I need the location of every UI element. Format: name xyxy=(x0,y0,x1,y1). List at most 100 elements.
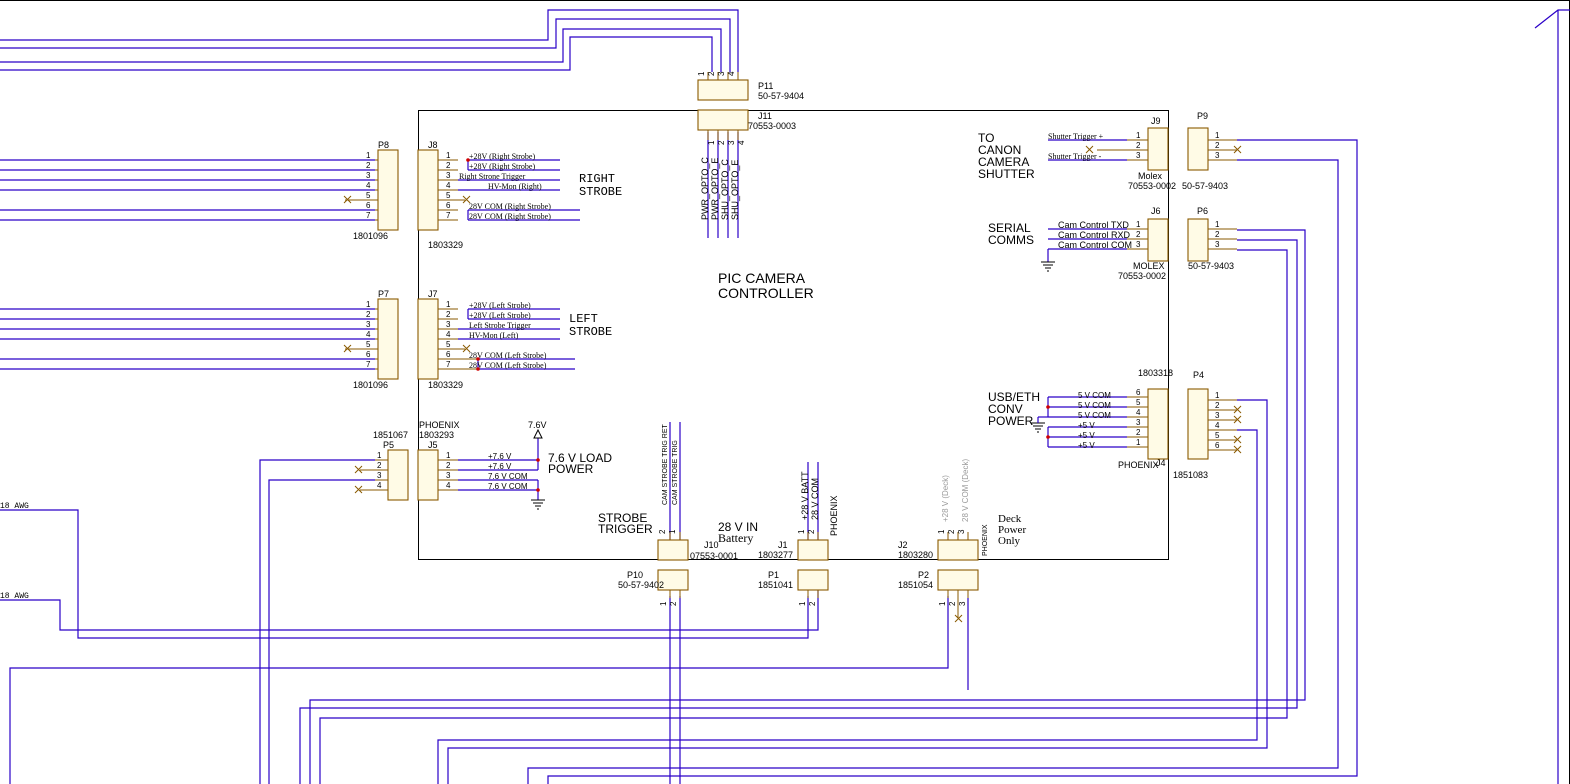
schematic-canvas: PIC CAMERA CONTROLLER 18 AWG 18 AWG 1 2 … xyxy=(0,0,1570,784)
j4-part: 1803318 xyxy=(1138,368,1173,378)
net-label: 5 V COM xyxy=(1078,391,1111,400)
pin-number: 7 xyxy=(366,211,371,220)
j10-body xyxy=(657,539,689,561)
pin-number: 5 xyxy=(1136,398,1141,407)
connector-p11[interactable]: 1 2 3 4 P11 50-57-9404 xyxy=(697,71,804,101)
net-label: +28V (Right Strobe) xyxy=(469,152,535,161)
p8-ref: P8 xyxy=(378,140,389,150)
net-label: CAM STROBE TRIG xyxy=(672,440,679,505)
j8-body xyxy=(417,149,439,231)
net-label: 5 V COM xyxy=(1078,411,1111,420)
connector-j8[interactable]: 1 2 3 4 5 6 7 J8 1803329 +28V (Right Str… xyxy=(417,140,622,250)
connector-j11[interactable]: 1 2 3 4 J11 70553-0003 PWR_OPTO_C PWR_OP… xyxy=(697,109,796,220)
junction-dot xyxy=(466,158,470,162)
connector-j7[interactable]: 1 2 3 4 5 6 7 J7 1803329 +28V (Left Stro… xyxy=(417,289,612,390)
j6-part: 70553-0002 xyxy=(1118,271,1166,281)
junction-dot xyxy=(1046,405,1050,409)
junction-dot xyxy=(476,357,480,361)
pin-number: 2 xyxy=(707,71,716,76)
pin-number: 3 xyxy=(446,320,451,329)
net-label: Cam Control TXD xyxy=(1058,220,1129,230)
ground-icon xyxy=(1041,261,1055,272)
group-label: STROBE xyxy=(579,185,622,199)
net-label: HV-Mon (Left) xyxy=(469,331,519,340)
p1-body xyxy=(797,569,829,591)
connector-p5[interactable]: 1 2 3 4 P5 1851067 xyxy=(354,430,409,501)
connector-j9[interactable]: 1 2 3 Shutter Trigger + Shutter Trigger … xyxy=(978,116,1176,191)
wire xyxy=(0,28,722,72)
junction-dot xyxy=(536,488,540,492)
net-label: 28 V COM xyxy=(810,478,820,520)
pin-number: 7 xyxy=(366,360,371,369)
pin-number: 2 xyxy=(446,461,451,470)
j1-part: 1803277 xyxy=(758,550,793,560)
pin-number: 3 xyxy=(717,71,726,76)
wire-gauge-label: 18 AWG xyxy=(0,592,29,601)
pin-number: 2 xyxy=(948,601,957,606)
group-label: POWER xyxy=(548,462,594,476)
pin-number: 2 xyxy=(669,601,678,606)
connector-j6[interactable]: 1 2 3 Cam Control TXD Cam Control RXD Ca… xyxy=(988,206,1169,281)
connector-p10[interactable]: 1 2 P10 50-57-9402 xyxy=(618,569,689,606)
p6-part: 50-57-9403 xyxy=(1188,261,1234,271)
j2-part: 1803280 xyxy=(898,550,933,560)
wire xyxy=(1534,9,1570,29)
j4-ref: J4 xyxy=(1156,458,1166,468)
connector-p4[interactable]: 1 2 3 4 5 6 P4 1851083 xyxy=(1173,370,1242,480)
pin-number: 1 xyxy=(937,529,946,534)
net-label: +5 V xyxy=(1078,421,1095,430)
wire-gauge-label: 18 AWG xyxy=(0,502,29,511)
connector-p9[interactable]: 1 2 3 P9 50-57-9403 xyxy=(1182,111,1242,191)
connector-j1[interactable]: 1 2 +28 V BATT 28 V COM PHOENIX J1 18032… xyxy=(718,471,839,561)
pin-number: 1 xyxy=(797,529,806,534)
net-label: +28V (Left Strobe) xyxy=(469,311,531,320)
pin-number: 1 xyxy=(1215,220,1220,229)
pin-number: 1 xyxy=(938,601,947,606)
j5-body xyxy=(417,449,439,501)
p9-ref: P9 xyxy=(1197,111,1208,121)
connector-j2[interactable]: 1 2 3 +28 V (Deck) 28 V COM (Deck) PHOEN… xyxy=(898,459,1026,561)
j8-ref: J8 xyxy=(428,140,438,150)
junction-dot xyxy=(476,367,480,371)
connector-j4[interactable]: 6 5 4 3 2 1 5 V COM 5 V COM 5 V COM +5 V… xyxy=(988,368,1173,470)
p6-ref: P6 xyxy=(1197,206,1208,216)
net-label: 28V COM (Left Strobe) xyxy=(469,361,547,370)
pin-number: 7 xyxy=(446,211,451,220)
pin-number: 3 xyxy=(1215,151,1220,160)
net-label: +7.6 V xyxy=(488,452,512,461)
pin-number: 4 xyxy=(446,481,451,490)
j5-ref: J5 xyxy=(428,440,438,450)
p1-ref: P1 xyxy=(768,570,779,580)
pin-number: 4 xyxy=(377,481,382,490)
net-label: 28V COM (Right Strobe) xyxy=(469,212,551,221)
p4-part: 1851083 xyxy=(1173,470,1208,480)
net-label: 28V COM (Left Strobe) xyxy=(469,351,547,360)
connector-j5[interactable]: 1 2 3 4 J5 PHOENIX 1803293 +7.6 V +7.6 V… xyxy=(417,420,612,510)
pin-number: 1 xyxy=(707,140,716,145)
pin-number: 1 xyxy=(659,601,668,606)
net-label: +28V (Right Strobe) xyxy=(469,162,535,171)
pin-number: 3 xyxy=(377,471,382,480)
j4-vendor: PHOENIX xyxy=(1118,460,1159,470)
net-label: SHU_OPTO_E xyxy=(730,160,740,220)
j11-body xyxy=(697,109,749,131)
pin-number: 3 xyxy=(1136,240,1141,249)
junction-dot xyxy=(536,458,540,462)
net-label: 5 V COM xyxy=(1078,401,1111,410)
connector-p6[interactable]: 1 2 3 P6 50-57-9403 xyxy=(1187,206,1237,271)
connector-p2[interactable]: 1 2 3 P2 1851054 xyxy=(898,569,979,690)
p5-body xyxy=(387,449,409,501)
j6-vendor: MOLEX xyxy=(1133,261,1165,271)
p7-ref: P7 xyxy=(378,289,389,299)
j5-vendor: PHOENIX xyxy=(419,420,460,430)
pin-number: 3 xyxy=(1136,151,1141,160)
p9-part: 50-57-9403 xyxy=(1182,181,1228,191)
controller-outline xyxy=(418,110,1169,560)
pin-number: 6 xyxy=(366,350,371,359)
p8-part: 1801096 xyxy=(353,231,388,241)
pin-number: 6 xyxy=(446,350,451,359)
pin-number: 1 xyxy=(1215,131,1220,140)
pin-number: 2 xyxy=(658,529,667,534)
wire xyxy=(527,159,1339,784)
pin-number: 2 xyxy=(807,529,816,534)
